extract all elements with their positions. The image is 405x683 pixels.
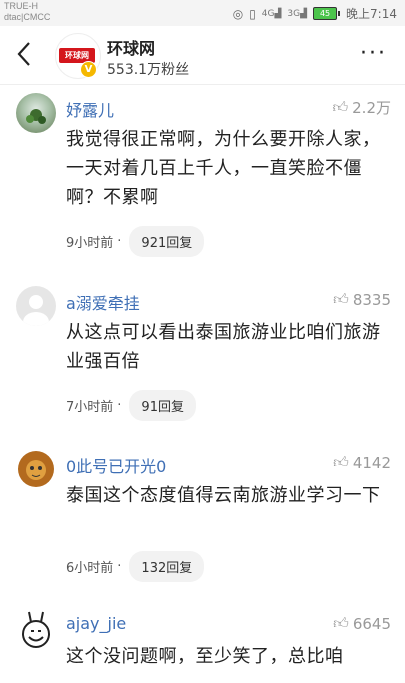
carrier-line-2: dtac|CMCC bbox=[4, 12, 51, 22]
thumbs-up-icon: 👍︎ bbox=[332, 98, 349, 116]
comment-time: 9小时前 bbox=[66, 236, 114, 251]
comment-text: 我觉得很正常啊，为什么要开除人家，一天对着几百上千人，一直笑脸不僵啊？不累啊 bbox=[66, 129, 381, 208]
comment-time: 6小时前 bbox=[66, 561, 114, 576]
user-avatar[interactable] bbox=[16, 286, 56, 326]
comment-text: 这个没问题啊，至少笑了，总比咱 bbox=[66, 646, 344, 667]
battery-icon: 45 bbox=[313, 7, 341, 20]
reply-button[interactable]: 132回复 bbox=[129, 551, 205, 582]
thumbs-up-icon: 👍︎ bbox=[333, 290, 349, 308]
like-count: 4142 bbox=[352, 453, 391, 472]
carrier-info: TRUE-H dtac|CMCC bbox=[4, 1, 50, 23]
status-icons: ◎ ▯ 4G▟ 3G▟ 45 晚上7:14 bbox=[233, 5, 397, 22]
like-button[interactable]: 👍︎ 6645 bbox=[333, 614, 391, 633]
back-arrow-icon[interactable] bbox=[14, 40, 36, 68]
like-count: 6645 bbox=[352, 614, 391, 633]
thumbs-up-icon: 👍︎ bbox=[333, 614, 349, 632]
follower-count: 553.1万粉丝 bbox=[107, 62, 190, 78]
separator-dot: · bbox=[117, 234, 122, 249]
carrier-line-1: TRUE-H bbox=[4, 1, 38, 11]
reply-button[interactable]: 91回复 bbox=[129, 390, 196, 421]
comment-meta: 9小时前 · 921回复 bbox=[66, 226, 205, 257]
like-button[interactable]: 👍︎ 8335 bbox=[333, 290, 391, 309]
account-name[interactable]: 环球网 bbox=[107, 35, 155, 59]
reply-button[interactable]: 921回复 bbox=[129, 226, 205, 257]
header: 环球网 V 环球网 553.1万粉丝 ··· bbox=[0, 26, 405, 85]
user-avatar[interactable] bbox=[16, 449, 56, 489]
clock: 晚上7:14 bbox=[346, 7, 397, 21]
separator-dot: · bbox=[117, 559, 122, 574]
comment-meta: 6小时前 · 132回复 bbox=[66, 551, 205, 582]
vibrate-icon: ▯ bbox=[249, 6, 256, 21]
more-options-icon[interactable]: ··· bbox=[360, 43, 387, 65]
hotspot-icon: ◎ bbox=[232, 6, 244, 21]
comment-username[interactable]: 妤露儿 bbox=[66, 97, 114, 121]
thumbs-up-icon: 👍︎ bbox=[333, 453, 349, 471]
like-button[interactable]: 👍︎ 2.2万 bbox=[332, 97, 391, 118]
verified-badge-icon: V bbox=[80, 61, 97, 78]
user-avatar[interactable] bbox=[16, 93, 56, 133]
status-bar: TRUE-H dtac|CMCC ◎ ▯ 4G▟ 3G▟ 45 晚上7:14 bbox=[0, 0, 405, 26]
like-count: 8335 bbox=[352, 290, 391, 309]
separator-dot: · bbox=[117, 398, 122, 413]
comment-username[interactable]: a溺爱牵挂 bbox=[66, 290, 140, 314]
signal-icon-1: 4G▟ bbox=[261, 8, 282, 19]
comment-text: 从这点可以看出泰国旅游业比咱们旅游业强百倍 bbox=[66, 322, 381, 372]
like-count: 2.2万 bbox=[352, 99, 391, 117]
comment-meta: 7小时前 · 91回复 bbox=[66, 390, 196, 421]
comment-text: 泰国这个态度值得云南旅游业学习一下 bbox=[66, 485, 381, 506]
comment-username[interactable]: 0此号已开光0 bbox=[66, 453, 166, 477]
comment-time: 7小时前 bbox=[66, 400, 114, 415]
comment-username[interactable]: ajay_jie bbox=[66, 614, 126, 633]
battery-level: 45 bbox=[313, 7, 338, 20]
signal-icon-2: 3G▟ bbox=[287, 8, 308, 19]
like-button[interactable]: 👍︎ 4142 bbox=[333, 453, 391, 472]
user-avatar[interactable] bbox=[16, 610, 56, 650]
